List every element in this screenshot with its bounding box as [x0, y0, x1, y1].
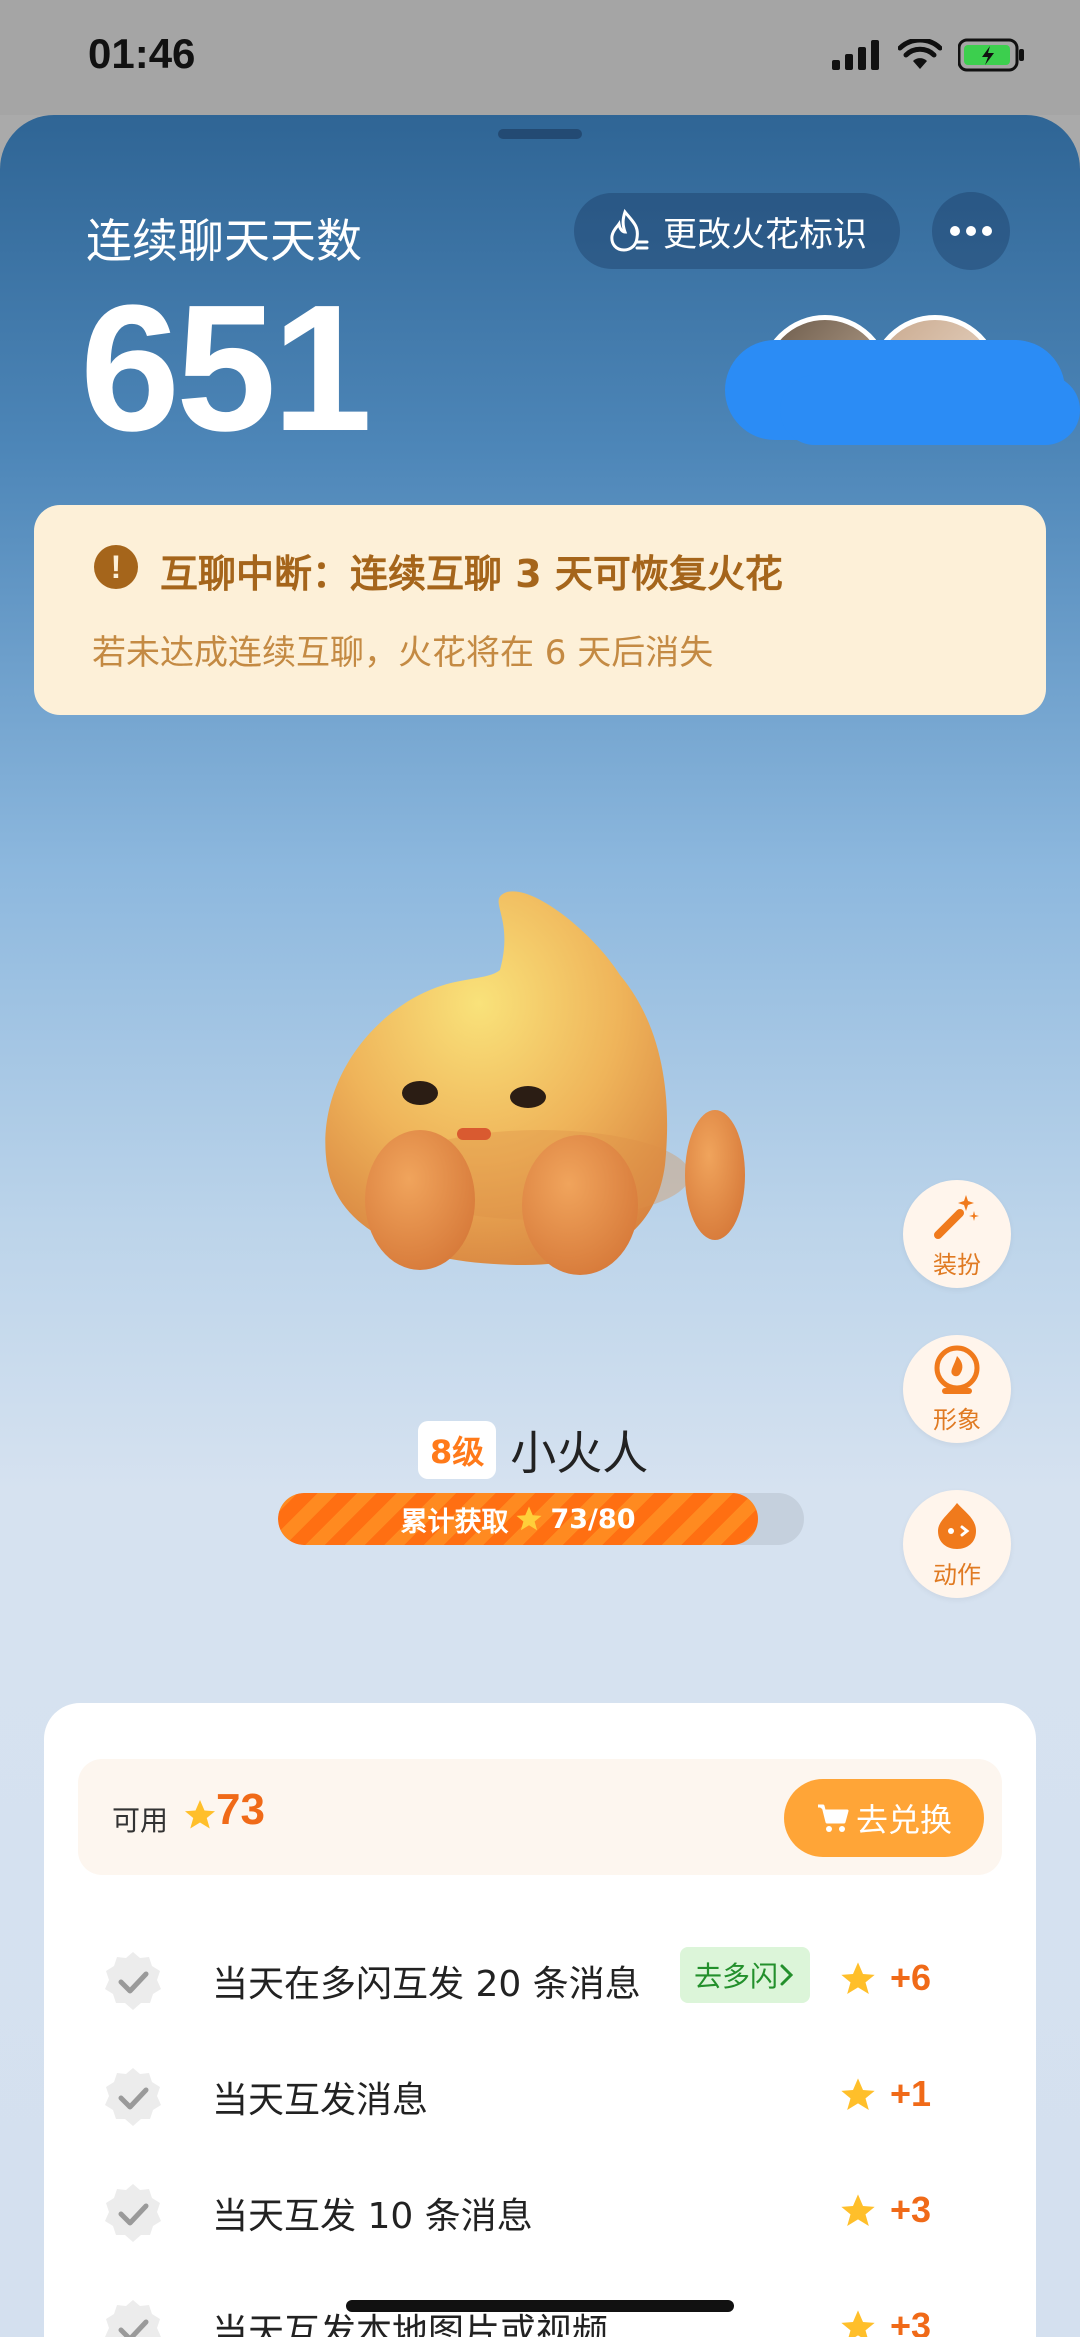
action-label: 动作 — [933, 1560, 981, 1589]
fire-mascot[interactable] — [310, 845, 780, 1305]
flame-badge-icon — [934, 1345, 980, 1394]
status-time: 01:46 — [88, 30, 196, 77]
status-icons — [832, 38, 1026, 72]
progress-text: 累计获取 73/80 — [278, 1493, 758, 1545]
appearance-label: 形象 — [933, 1405, 981, 1434]
streak-label: 连续聊天天数 — [86, 214, 362, 268]
cart-icon — [817, 1804, 849, 1832]
task-item: 当天互发消息 +1 — [100, 2051, 1000, 2141]
task-item: 当天在多闪互发 20 条消息 去多闪 +6 — [100, 1935, 1000, 2025]
badge-check-icon — [105, 2068, 161, 2126]
chat-interrupted-alert: ! 互聊中断：连续互聊 3 天可恢复火花 若未达成连续互聊，火花将在 6 天后消… — [34, 505, 1046, 715]
task-reward: +6 — [890, 1957, 932, 1998]
redaction-scribble — [780, 375, 1080, 445]
task-reward: +3 — [890, 2305, 932, 2337]
redeem-label: 去兑换 — [855, 1801, 952, 1839]
warning-icon: ! — [94, 545, 138, 589]
task-text: 当天互发 10 条消息 — [212, 2196, 533, 2237]
action-button[interactable]: 动作 — [903, 1490, 1011, 1598]
task-reward: +1 — [890, 2073, 932, 2114]
appearance-button[interactable]: 形象 — [903, 1335, 1011, 1443]
status-bar: 01:46 — [0, 0, 1080, 115]
dress-up-button[interactable]: 装扮 — [903, 1180, 1011, 1288]
star-icon — [185, 1800, 215, 1829]
star-icon — [841, 2310, 875, 2337]
task-item: 当天互发 10 条消息 +3 — [100, 2167, 1000, 2257]
mascot-face-icon — [938, 1502, 976, 1549]
star-icon — [841, 1962, 875, 1994]
badge-check-icon — [105, 2184, 161, 2242]
wifi-icon — [898, 39, 942, 69]
badge-check-icon — [105, 2300, 161, 2337]
mascot-name: 小火人 — [510, 1426, 649, 1480]
star-icon — [841, 2194, 875, 2226]
progress-value: 73/80 — [550, 1503, 636, 1535]
magic-wand-icon — [934, 1194, 979, 1239]
tasks-card: 可用 73 去兑换 当天在多闪互发 20 条消息 去多闪 +6 当天互发消息 +… — [44, 1703, 1036, 2337]
signal-icon — [832, 40, 879, 70]
more-options-button[interactable] — [932, 192, 1010, 270]
level-badge: 8级 — [418, 1421, 497, 1479]
badge-check-icon — [105, 1952, 161, 2010]
task-reward: +3 — [890, 2189, 932, 2230]
task-text: 当天互发消息 — [212, 2080, 429, 2121]
dress-up-label: 装扮 — [933, 1250, 981, 1279]
points-value: 73 — [216, 1785, 265, 1834]
change-spark-mark-label: 更改火花标识 — [663, 214, 867, 255]
flame-outline-icon — [610, 208, 649, 252]
go-duoshan-label: 去多闪 — [694, 1960, 779, 1993]
level-row: 8级 小火人 — [418, 1417, 648, 1483]
points-bar: 可用 73 去兑换 — [78, 1759, 1002, 1875]
more-dots-icon — [950, 226, 992, 236]
streak-count: 651 — [80, 268, 372, 469]
star-icon — [841, 2078, 875, 2110]
chevron-right-icon — [780, 1964, 794, 1986]
points-label: 可用 — [112, 1804, 169, 1837]
redeem-button[interactable]: 去兑换 — [784, 1779, 984, 1857]
change-spark-mark-button[interactable]: 更改火花标识 — [574, 193, 900, 269]
alert-subtitle: 若未达成连续互聊，火花将在 6 天后消失 — [92, 633, 714, 673]
task-text: 当天在多闪互发 20 条消息 — [212, 1964, 641, 2005]
star-icon — [516, 1506, 542, 1531]
sheet-grabber[interactable] — [498, 129, 582, 139]
battery-icon — [958, 38, 1024, 72]
friend-avatars[interactable] — [725, 315, 1080, 485]
level-progress-bar: 累计获取 73/80 — [278, 1493, 804, 1545]
spark-sheet: 连续聊天天数 651 更改火花标识 ! 互聊中断：连续互聊 3 天可恢复火花 若… — [0, 115, 1080, 2337]
go-duoshan-link[interactable]: 去多闪 — [680, 1947, 811, 2003]
home-indicator[interactable] — [346, 2300, 734, 2312]
progress-label: 累计获取 — [400, 1506, 509, 1538]
alert-title: 互聊中断：连续互聊 3 天可恢复火花 — [160, 552, 783, 596]
